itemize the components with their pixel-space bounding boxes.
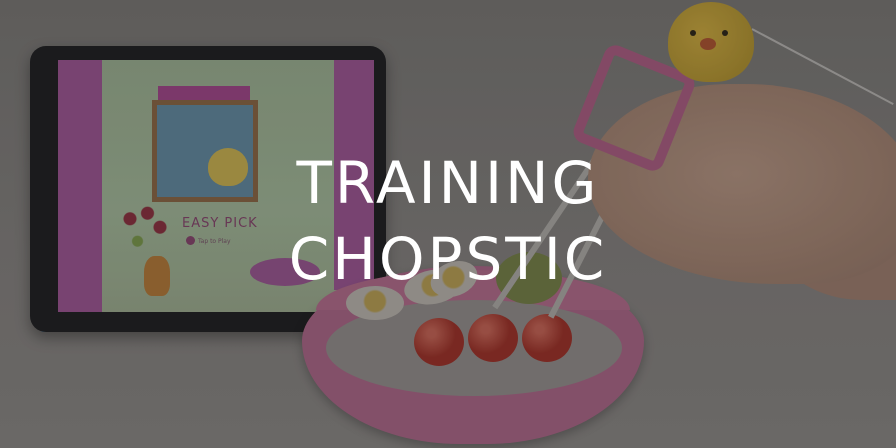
headline-line-2: CHOPSTIC: [288, 225, 608, 293]
headline-line-1: TRAINING: [296, 149, 600, 217]
banner-headline: TRAINING CHOPSTIC: [0, 145, 896, 297]
